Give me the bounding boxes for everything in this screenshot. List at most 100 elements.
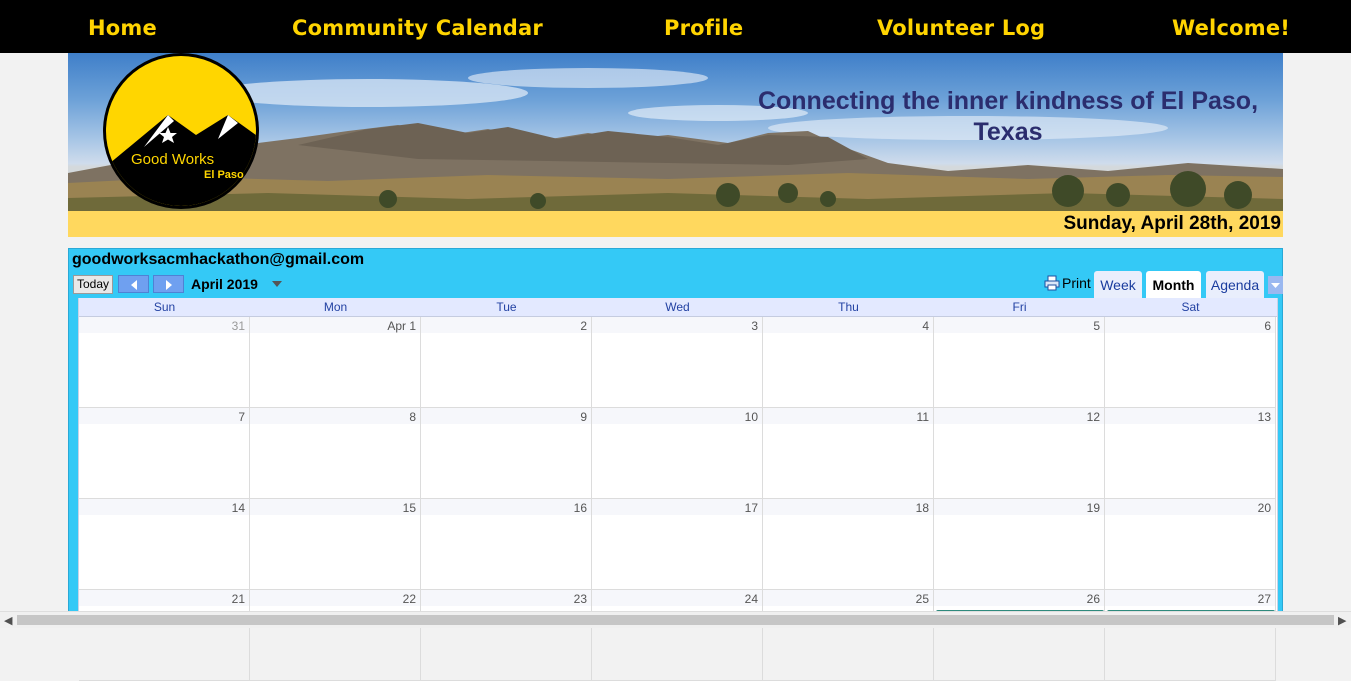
dow-label: Mon [323, 300, 348, 314]
dow-label: Sat [1181, 300, 1200, 314]
day-number[interactable]: 12 [1087, 410, 1100, 424]
day-number[interactable]: 2 [580, 319, 587, 333]
day-cell[interactable]: 31 [79, 317, 250, 408]
next-month-button[interactable] [153, 275, 184, 293]
day-number[interactable]: 10 [745, 410, 758, 424]
day-cell-header [592, 499, 762, 515]
day-number[interactable]: 6 [1264, 319, 1271, 333]
nav-home[interactable]: Home [88, 16, 157, 40]
day-number[interactable]: 3 [751, 319, 758, 333]
scroll-right-icon[interactable]: ▶ [1338, 614, 1346, 627]
top-navigation: Home Community Calendar Profile Voluntee… [0, 0, 1351, 53]
day-number[interactable]: 26 [1087, 592, 1100, 606]
today-button[interactable]: Today [73, 275, 113, 294]
day-cell[interactable]: 6 [1105, 317, 1276, 408]
day-cell[interactable]: 7 [79, 408, 250, 499]
day-cell[interactable]: 16 [421, 499, 592, 590]
day-number[interactable]: 22 [403, 592, 416, 606]
date-bar: Sunday, April 28th, 2019 [68, 211, 1283, 237]
day-number[interactable]: 20 [1258, 501, 1271, 515]
day-number[interactable]: 23 [574, 592, 587, 606]
day-cell-header [592, 590, 762, 606]
day-number[interactable]: 9 [580, 410, 587, 424]
day-number[interactable]: 31 [232, 319, 245, 333]
day-cell[interactable]: 14 [79, 499, 250, 590]
day-cell[interactable]: 2 [421, 317, 592, 408]
day-cell-header [79, 408, 249, 424]
dow-label: Tue [496, 300, 517, 314]
day-number[interactable]: 17 [745, 501, 758, 515]
header-banner: Good Works El Paso Connecting the inner … [68, 53, 1283, 211]
day-cell[interactable]: 5 [934, 317, 1105, 408]
day-number[interactable]: 5 [1093, 319, 1100, 333]
day-cell[interactable]: Apr 1 [250, 317, 421, 408]
day-cell-header [250, 499, 420, 515]
tab-month[interactable]: Month [1146, 271, 1201, 298]
day-cell-header [934, 408, 1104, 424]
nav-volunteer-log[interactable]: Volunteer Log [877, 16, 1045, 40]
day-number[interactable]: 25 [916, 592, 929, 606]
tab-agenda[interactable]: Agenda [1206, 271, 1264, 298]
day-number[interactable]: 4 [922, 319, 929, 333]
horizontal-scrollbar[interactable]: ◀ ▶ [0, 611, 1351, 628]
day-cell-header [1105, 317, 1275, 333]
day-cell[interactable]: 8 [250, 408, 421, 499]
day-cell[interactable]: 21 [79, 590, 250, 681]
day-cell-header [421, 317, 591, 333]
day-cell[interactable]: 25 [763, 590, 934, 681]
month-grid: Sun Mon Tue Wed Thu Fri Sat 31 Apr 123456… [78, 298, 1278, 681]
day-cell[interactable]: 23 [421, 590, 592, 681]
day-number[interactable]: 11 [917, 410, 929, 424]
day-cell[interactable]: 4 [763, 317, 934, 408]
day-cell[interactable]: 22 [250, 590, 421, 681]
day-number[interactable]: 13 [1258, 410, 1271, 424]
day-cell[interactable]: 9 [421, 408, 592, 499]
day-cell-header [763, 499, 933, 515]
day-cell[interactable]: 3 [592, 317, 763, 408]
day-cell[interactable]: 17 [592, 499, 763, 590]
tab-week[interactable]: Week [1094, 271, 1142, 298]
day-number[interactable]: 8 [409, 410, 416, 424]
chevron-right-icon [166, 280, 172, 290]
nav-community-calendar[interactable]: Community Calendar [292, 16, 543, 40]
day-cell[interactable]: 20 [1105, 499, 1276, 590]
scrollbar-thumb[interactable] [17, 615, 1334, 625]
day-cell[interactable]: 26 [934, 590, 1105, 681]
day-cell[interactable]: 12 [934, 408, 1105, 499]
day-number[interactable]: 18 [916, 501, 929, 515]
print-label: Print [1062, 275, 1091, 291]
day-cell[interactable]: 19 [934, 499, 1105, 590]
nav-profile[interactable]: Profile [664, 16, 743, 40]
day-cell[interactable]: 27 [1105, 590, 1276, 681]
day-cell-header [1105, 408, 1275, 424]
day-cell[interactable]: 24 [592, 590, 763, 681]
day-cell[interactable]: 18 [763, 499, 934, 590]
day-cell-header [592, 317, 762, 333]
day-number[interactable]: 16 [574, 501, 587, 515]
day-number[interactable]: 14 [232, 501, 245, 515]
day-number[interactable]: 7 [238, 410, 245, 424]
nav-welcome[interactable]: Welcome! [1172, 16, 1290, 40]
month-dropdown-icon[interactable] [271, 280, 283, 288]
day-cell-header [934, 499, 1104, 515]
day-cell[interactable]: 11 [763, 408, 934, 499]
day-number[interactable]: 27 [1258, 592, 1271, 606]
day-number[interactable]: 24 [745, 592, 758, 606]
dow-label: Sun [153, 300, 176, 314]
day-number[interactable]: Apr 1 [387, 319, 416, 333]
day-cell-header [763, 317, 933, 333]
day-cell[interactable]: 15 [250, 499, 421, 590]
day-cell[interactable]: 10 [592, 408, 763, 499]
scroll-left-icon[interactable]: ◀ [4, 614, 12, 627]
day-number[interactable]: 19 [1087, 501, 1100, 515]
logo-subtext: El Paso [204, 169, 244, 181]
view-menu-button[interactable] [1268, 276, 1283, 294]
logo-text-line1: Good Works [131, 151, 215, 168]
print-button[interactable]: Print [1044, 275, 1091, 291]
day-number[interactable]: 15 [403, 501, 416, 515]
day-of-week-header: Sun Mon Tue Wed Thu Fri Sat [79, 298, 1277, 317]
day-cell[interactable]: 13 [1105, 408, 1276, 499]
prev-month-button[interactable] [118, 275, 149, 293]
day-number[interactable]: 21 [232, 592, 245, 606]
day-cell-header [250, 408, 420, 424]
